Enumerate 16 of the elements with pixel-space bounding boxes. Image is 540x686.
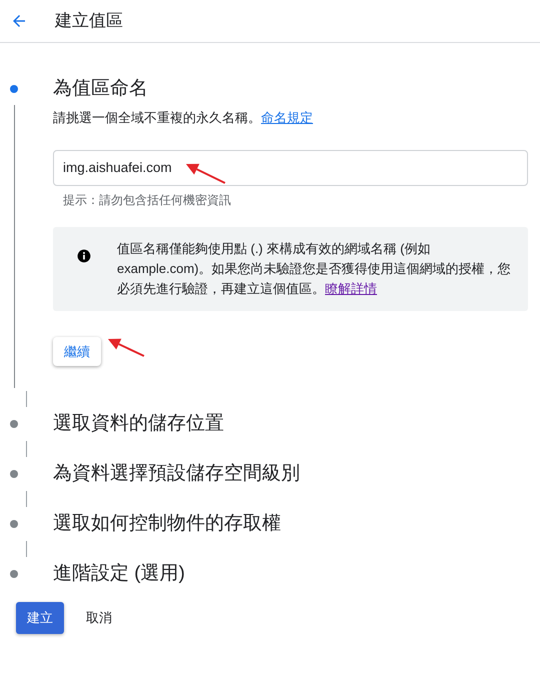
naming-rules-link[interactable]: 命名規定 xyxy=(261,110,313,125)
info-icon xyxy=(77,249,91,264)
page-title: 建立值區 xyxy=(55,10,123,32)
create-button[interactable]: 建立 xyxy=(16,602,64,634)
description-text: 請挑選一個全域不重複的永久名稱。命名規定 xyxy=(53,109,314,127)
step-title: 為值區命名 xyxy=(53,77,149,101)
step-title: 為資料選擇預設儲存空間級別 xyxy=(53,462,300,486)
learn-more-link[interactable]: 瞭解詳情 xyxy=(325,280,377,296)
step-title: 選取資料的儲存位置 xyxy=(53,412,224,436)
step-title: 進階設定 (選用) xyxy=(53,562,185,586)
info-text: 值區名稱僅能夠使用點 (.) 來構成有效的網域名稱 (例如 example.com)。如果您尚未驗證您是否獲得使用這個網域的授權，您必須先進行驗證，再建立這個值區。瞭解詳情 xyxy=(117,240,512,298)
cancel-button[interactable]: 取消 xyxy=(80,607,118,628)
step-title: 選取如何控制物件的存取權 xyxy=(53,512,281,536)
bucket-name-field[interactable]: img.aishuafei.com xyxy=(53,150,528,186)
hint-text: 提示：請勿包含括任何機密資訊 xyxy=(63,192,232,208)
continue-button[interactable]: 繼續 xyxy=(53,336,101,366)
